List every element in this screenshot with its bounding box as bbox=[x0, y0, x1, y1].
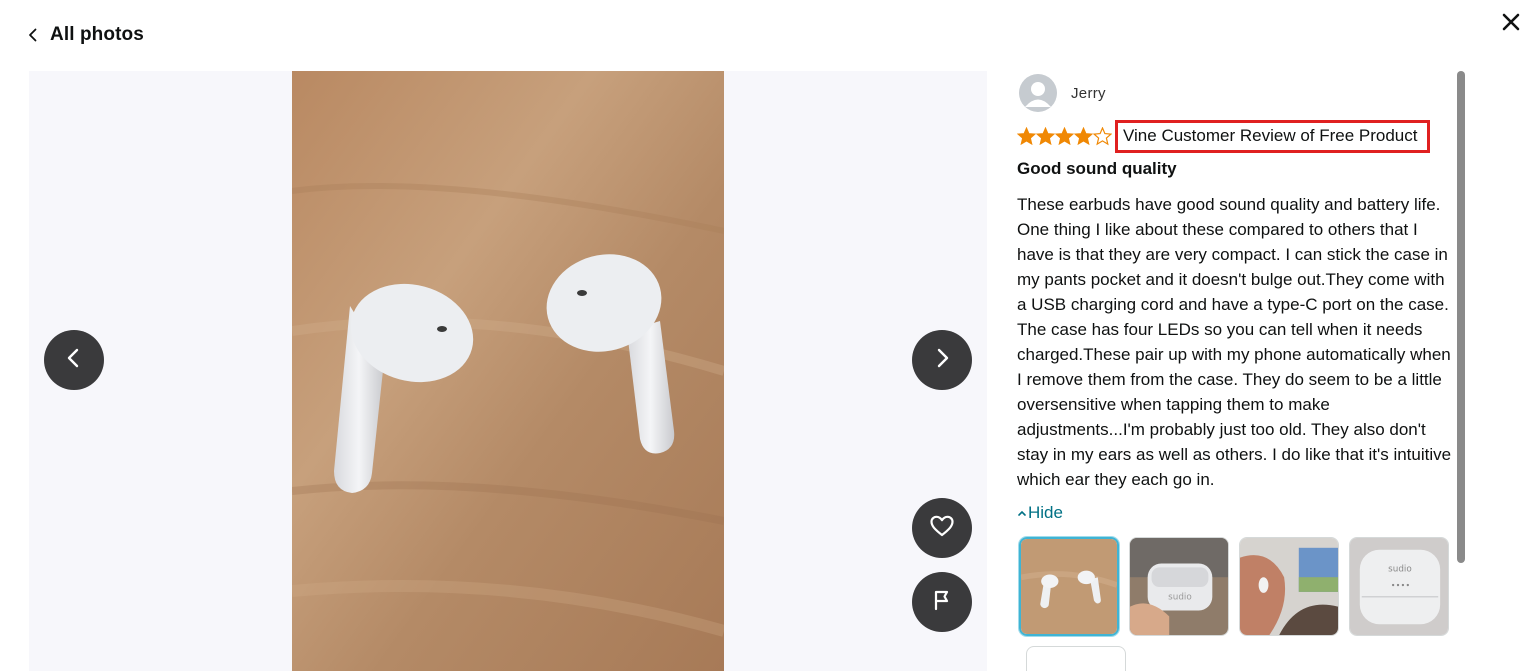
report-button[interactable] bbox=[912, 572, 972, 632]
svg-text:sudio: sudio bbox=[1168, 593, 1192, 603]
thumbnail-case-in-hand[interactable]: sudio bbox=[1129, 537, 1229, 636]
svg-text:sudio: sudio bbox=[1388, 564, 1412, 574]
thumbnail-earbuds-on-table[interactable] bbox=[1019, 537, 1119, 636]
flag-icon bbox=[931, 589, 953, 616]
star-filled-icon bbox=[1016, 126, 1037, 146]
reviewer-name: Jerry bbox=[1071, 84, 1106, 102]
star-empty-icon bbox=[1092, 126, 1113, 146]
thumbnail-closed-case[interactable]: sudio bbox=[1349, 537, 1449, 636]
back-to-all-photos-link[interactable]: All photos bbox=[26, 22, 144, 48]
caret-up-icon bbox=[1017, 503, 1027, 523]
chevron-left-icon bbox=[63, 347, 85, 374]
review-title: Good sound quality bbox=[1017, 159, 1177, 178]
close-icon bbox=[1502, 13, 1520, 36]
review-photo bbox=[292, 71, 724, 671]
review-body: These earbuds have good sound quality an… bbox=[1017, 195, 1452, 489]
star-filled-icon bbox=[1054, 126, 1075, 146]
previous-photo-button[interactable] bbox=[44, 330, 104, 390]
heart-icon bbox=[929, 514, 955, 543]
review-panel: Jerry Vine Customer Review of Free Produ… bbox=[1016, 71, 1457, 671]
hide-label: Hide bbox=[1028, 503, 1063, 522]
scrollbar[interactable] bbox=[1457, 71, 1465, 563]
hide-review-link[interactable]: Hide bbox=[1017, 503, 1063, 523]
photo-viewer bbox=[29, 71, 987, 671]
star-filled-icon bbox=[1035, 126, 1056, 146]
next-photo-button[interactable] bbox=[912, 330, 972, 390]
thumbnail-next-row[interactable] bbox=[1026, 646, 1126, 671]
star-rating bbox=[1016, 126, 1113, 146]
chevron-left-icon bbox=[26, 28, 40, 42]
thumbnail-strip: sudio sudio bbox=[1019, 537, 1449, 636]
chevron-right-icon bbox=[931, 347, 953, 374]
reviewer-info[interactable]: Jerry bbox=[1019, 74, 1106, 112]
back-label: All photos bbox=[50, 24, 144, 45]
star-filled-icon bbox=[1073, 126, 1094, 146]
header: All photos bbox=[0, 0, 1529, 70]
thumbnail-earbud-in-ear[interactable] bbox=[1239, 537, 1339, 636]
like-button[interactable] bbox=[912, 498, 972, 558]
vine-badge: Vine Customer Review of Free Product bbox=[1115, 120, 1431, 153]
close-button[interactable] bbox=[1497, 10, 1525, 38]
rating-row: Vine Customer Review of Free Product bbox=[1016, 120, 1431, 153]
avatar bbox=[1019, 74, 1057, 112]
